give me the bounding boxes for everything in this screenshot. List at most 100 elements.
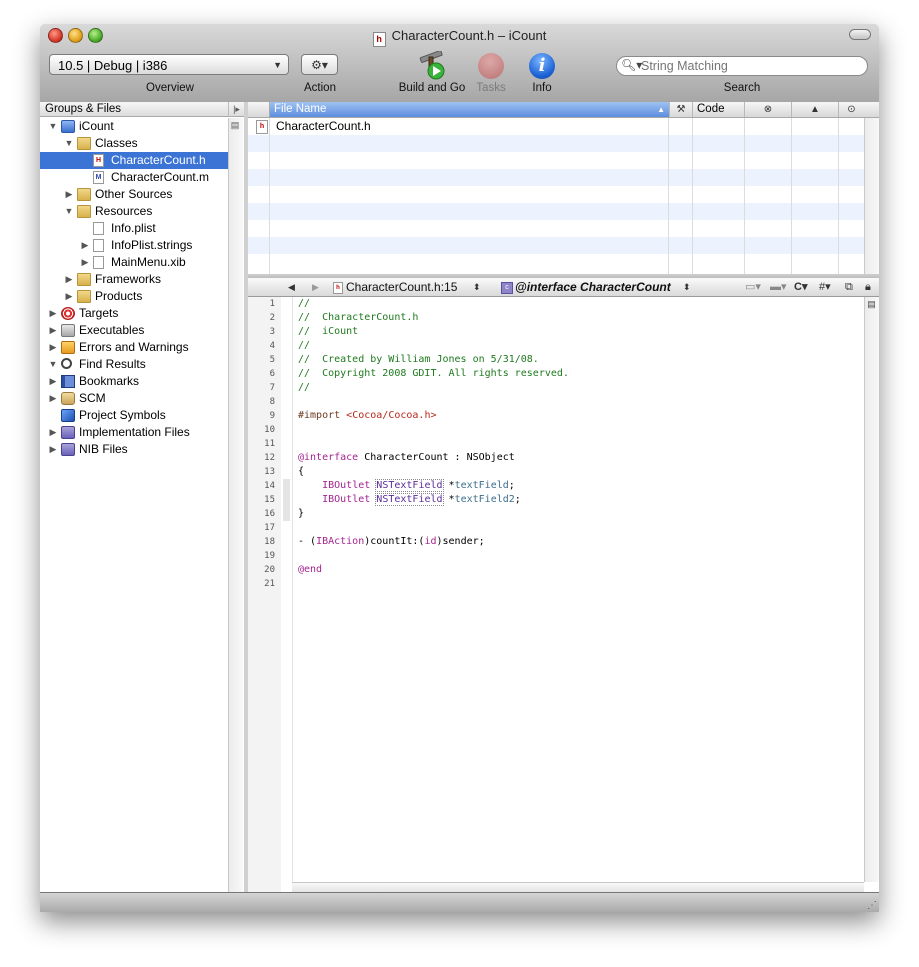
code-editor[interactable]: //// CharacterCount.h// iCount//// Creat…	[298, 297, 863, 877]
code-line[interactable]: @interface CharacterCount : NSObject	[298, 451, 515, 465]
sidebar-item-label: iCount	[79, 119, 114, 133]
sidebar-item-info-plist[interactable]: Info.plist	[40, 220, 228, 237]
target-membership-column-icon[interactable]: ⊙	[838, 102, 864, 117]
search-field[interactable]: 🔍︎▾	[616, 56, 868, 76]
forward-arrow-icon[interactable]: ▶	[312, 278, 319, 296]
search-icon[interactable]: 🔍︎▾	[621, 58, 642, 72]
code-line[interactable]: //	[298, 339, 310, 353]
counterparts-menu[interactable]: C▾	[794, 278, 807, 296]
disclosure-collapsed-icon[interactable]: ▶	[48, 441, 58, 458]
class-symbol-icon: c	[501, 282, 513, 294]
back-arrow-icon[interactable]: ◀	[288, 278, 295, 296]
resize-grip-icon[interactable]: ⋰	[867, 900, 877, 911]
split-view-icon[interactable]: ▤	[866, 299, 877, 310]
sidebar-item-mainmenu-xib[interactable]: ▶ MainMenu.xib	[40, 254, 228, 271]
file-list-row[interactable]: h CharacterCount.h	[248, 118, 864, 135]
disclosure-collapsed-icon[interactable]: ▶	[48, 305, 58, 322]
action-menu-button[interactable]: ⚙▾	[301, 54, 338, 75]
symbol-popup-updown-icon[interactable]: ⬍	[683, 278, 691, 296]
warnings-column-icon[interactable]: ▲	[791, 102, 838, 117]
sidebar-item-targets[interactable]: ▶ Targets	[40, 305, 228, 322]
line-number: 9	[269, 411, 275, 421]
find-icon	[61, 358, 72, 369]
disclosure-collapsed-icon[interactable]: ▶	[48, 424, 58, 441]
sidebar-item-other-sources[interactable]: ▶ Other Sources	[40, 186, 228, 203]
sidebar-item-implementation-files[interactable]: ▶ Implementation Files	[40, 424, 228, 441]
line-number: 4	[269, 341, 275, 351]
sidebar-item-find-results[interactable]: ▼ Find Results	[40, 356, 228, 373]
sidebar-item-icount[interactable]: ▼ iCount	[40, 118, 228, 135]
code-line[interactable]: }	[298, 507, 304, 521]
lock-icon[interactable]: 🔒︎	[865, 278, 871, 296]
code-line[interactable]: #import <Cocoa/Cocoa.h>	[298, 409, 436, 423]
build-and-go-icon[interactable]	[416, 51, 448, 81]
disclosure-collapsed-icon[interactable]: ▶	[64, 271, 74, 288]
header-file-icon: H	[93, 154, 104, 167]
document-file-icon	[93, 222, 104, 235]
code-line[interactable]: {	[298, 465, 304, 479]
disclosure-collapsed-icon[interactable]: ▶	[64, 288, 74, 305]
fold-region-marker[interactable]	[283, 479, 290, 521]
header-file-icon[interactable]: h	[372, 32, 386, 47]
toolbar-toggle-button[interactable]	[849, 29, 871, 40]
sidebar-item-scm[interactable]: ▶ SCM	[40, 390, 228, 407]
info-icon[interactable]: i	[529, 53, 555, 79]
file-popup-updown-icon[interactable]: ⬍	[473, 278, 481, 296]
code-column-header[interactable]: Code	[692, 102, 744, 117]
sidebar-item-resources[interactable]: ▼ Resources	[40, 203, 228, 220]
code-line[interactable]: // CharacterCount.h	[298, 311, 418, 325]
overview-popup[interactable]: 10.5 | Debug | i386 ▼	[49, 54, 289, 75]
breakpoints-menu-icon[interactable]: ▬▾	[770, 278, 787, 296]
code-line[interactable]: //	[298, 297, 310, 311]
code-line[interactable]: @end	[298, 563, 322, 577]
code-line[interactable]: // Copyright 2008 GDIT. All rights reser…	[298, 367, 569, 381]
sidebar-item-products[interactable]: ▶ Products	[40, 288, 228, 305]
sidebar-item-infoplist-strings[interactable]: ▶ InfoPlist.strings	[40, 237, 228, 254]
disclosure-collapsed-icon[interactable]: ▶	[48, 339, 58, 356]
file-icon-column-header[interactable]	[248, 102, 269, 117]
code-line[interactable]: // iCount	[298, 325, 358, 339]
disclosure-expanded-icon[interactable]: ▼	[64, 135, 74, 152]
editor-scrollbar[interactable]	[864, 297, 879, 882]
sidebar-scrollbar[interactable]	[228, 118, 243, 892]
sidebar-item-bookmarks[interactable]: ▶ Bookmarks	[40, 373, 228, 390]
status-bar: ⋰	[40, 892, 879, 912]
sidebar-item-project-symbols[interactable]: Project Symbols	[40, 407, 228, 424]
errors-column-icon[interactable]: ⊗	[744, 102, 791, 117]
sidebar-action-icon[interactable]: ▤	[230, 120, 240, 130]
search-input[interactable]	[641, 58, 861, 74]
file-name-column-header[interactable]: File Name ▲	[269, 102, 669, 117]
disclosure-collapsed-icon[interactable]: ▶	[48, 322, 58, 339]
sidebar-item-errors-and-warnings[interactable]: ▶ Errors and Warnings	[40, 339, 228, 356]
sidebar-item-executables[interactable]: ▶ Executables	[40, 322, 228, 339]
build-and-go-label: Build and Go	[398, 82, 466, 94]
sidebar-item-nib-files[interactable]: ▶ NIB Files	[40, 441, 228, 458]
code-line[interactable]: // Created by William Jones on 5/31/08.	[298, 353, 539, 367]
file-history-popup[interactable]: CharacterCount.h:15	[346, 278, 457, 296]
groups-and-files-header[interactable]: Groups & Files	[40, 102, 228, 117]
disclosure-expanded-icon[interactable]: ▼	[48, 356, 58, 373]
code-line[interactable]: IBOutlet NSTextField *textField2;	[298, 493, 521, 507]
sidebar-item-charactercount-h[interactable]: H CharacterCount.h	[40, 152, 228, 169]
disclosure-collapsed-icon[interactable]: ▶	[64, 186, 74, 203]
disclosure-collapsed-icon[interactable]: ▶	[48, 390, 58, 407]
sidebar-column-toggle-icon[interactable]: |▸	[228, 102, 244, 117]
sidebar-item-frameworks[interactable]: ▶ Frameworks	[40, 271, 228, 288]
bookmarks-menu-icon[interactable]: ▭▾	[745, 278, 761, 296]
disclosure-collapsed-icon[interactable]: ▶	[80, 237, 90, 254]
disclosure-expanded-icon[interactable]: ▼	[48, 118, 58, 135]
function-popup[interactable]: @interface CharacterCount	[515, 278, 671, 296]
split-editor-icon[interactable]: ⧉	[845, 278, 853, 296]
disclosure-collapsed-icon[interactable]: ▶	[80, 254, 90, 271]
code-line[interactable]: - (IBAction)countIt:(id)sender;	[298, 535, 485, 549]
sidebar-item-classes[interactable]: ▼ Classes	[40, 135, 228, 152]
included-files-menu[interactable]: #▾	[819, 278, 831, 296]
disclosure-collapsed-icon[interactable]: ▶	[48, 373, 58, 390]
sidebar-item-charactercount-m[interactable]: M CharacterCount.m	[40, 169, 228, 186]
disclosure-expanded-icon[interactable]: ▼	[64, 203, 74, 220]
code-folding-ribbon[interactable]	[281, 297, 293, 892]
file-list-scrollbar[interactable]	[864, 118, 879, 274]
build-column-hammer-icon[interactable]: ⚒	[669, 102, 692, 117]
code-line[interactable]: IBOutlet NSTextField *textField;	[298, 479, 515, 493]
code-line[interactable]: //	[298, 381, 310, 395]
